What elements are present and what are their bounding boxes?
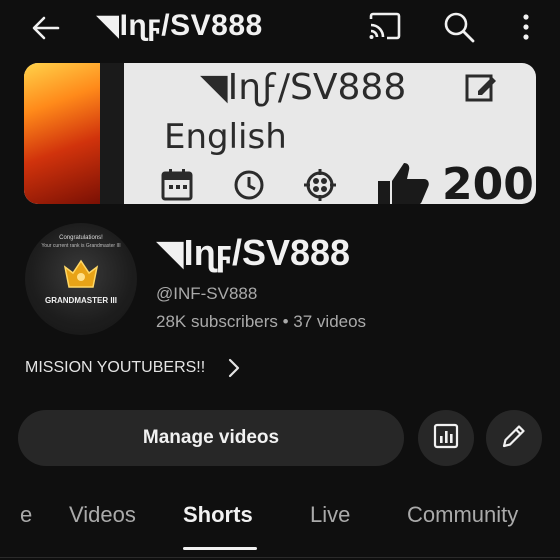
analytics-icon [433,423,459,454]
top-app-bar: ◥Iɳϝ/SV888 [0,0,560,56]
more-vert-icon[interactable] [512,9,540,45]
cast-icon[interactable] [367,11,403,43]
channel-avatar[interactable]: Congratulations! Your current rank is Gr… [25,223,137,335]
description-text: MISSION YOUTUBERS!! [25,359,206,376]
thumbs-up-icon [376,159,434,204]
clock-icon [232,167,266,204]
channel-name: ◥Iɳϝ/SV888 [156,232,351,273]
tab-partial[interactable]: e [20,502,32,528]
channel-banner: ◥Iɳϝ/SV888 English 200 [24,63,536,204]
calendar-icon [160,167,194,204]
channel-description-link[interactable]: MISSION YOUTUBERS!! [25,354,241,382]
pencil-icon [500,422,528,455]
analytics-button[interactable] [418,410,474,466]
flame-art [24,63,100,204]
avatar-rank: GRANDMASTER III [45,296,117,305]
chevron-right-icon [227,358,241,378]
avatar-subcaption: Your current rank is Grandmaster III [41,243,121,249]
avatar-caption: Congratulations! [59,235,103,241]
channel-stats: 28K subscribers • 37 videos [156,312,367,331]
tab-shorts[interactable]: Shorts [183,502,253,528]
edit-channel-button[interactable] [486,410,542,466]
channel-handle: @INF-SV888 [156,284,258,303]
channel-tabs: e Videos Shorts Live Community [0,490,560,560]
back-arrow-icon[interactable] [28,10,64,46]
tabs-divider [0,557,560,558]
manage-videos-button[interactable]: Manage videos [18,410,404,466]
search-icon[interactable] [441,9,477,45]
edit-note-icon [464,71,498,110]
banner-edge [100,63,124,204]
banner-title: ◥Iɳϝ/SV888 [200,67,407,108]
tab-live[interactable]: Live [310,502,350,528]
crosshair-icon [302,167,338,204]
banner-count: 200 [442,159,534,204]
tab-videos[interactable]: Videos [69,502,136,528]
banner-language: English [164,117,287,157]
channel-title: ◥Iɳϝ/SV888 [96,9,263,42]
active-tab-indicator [183,547,257,550]
rank-emblem-icon [61,253,101,293]
tab-community[interactable]: Community [407,502,518,528]
